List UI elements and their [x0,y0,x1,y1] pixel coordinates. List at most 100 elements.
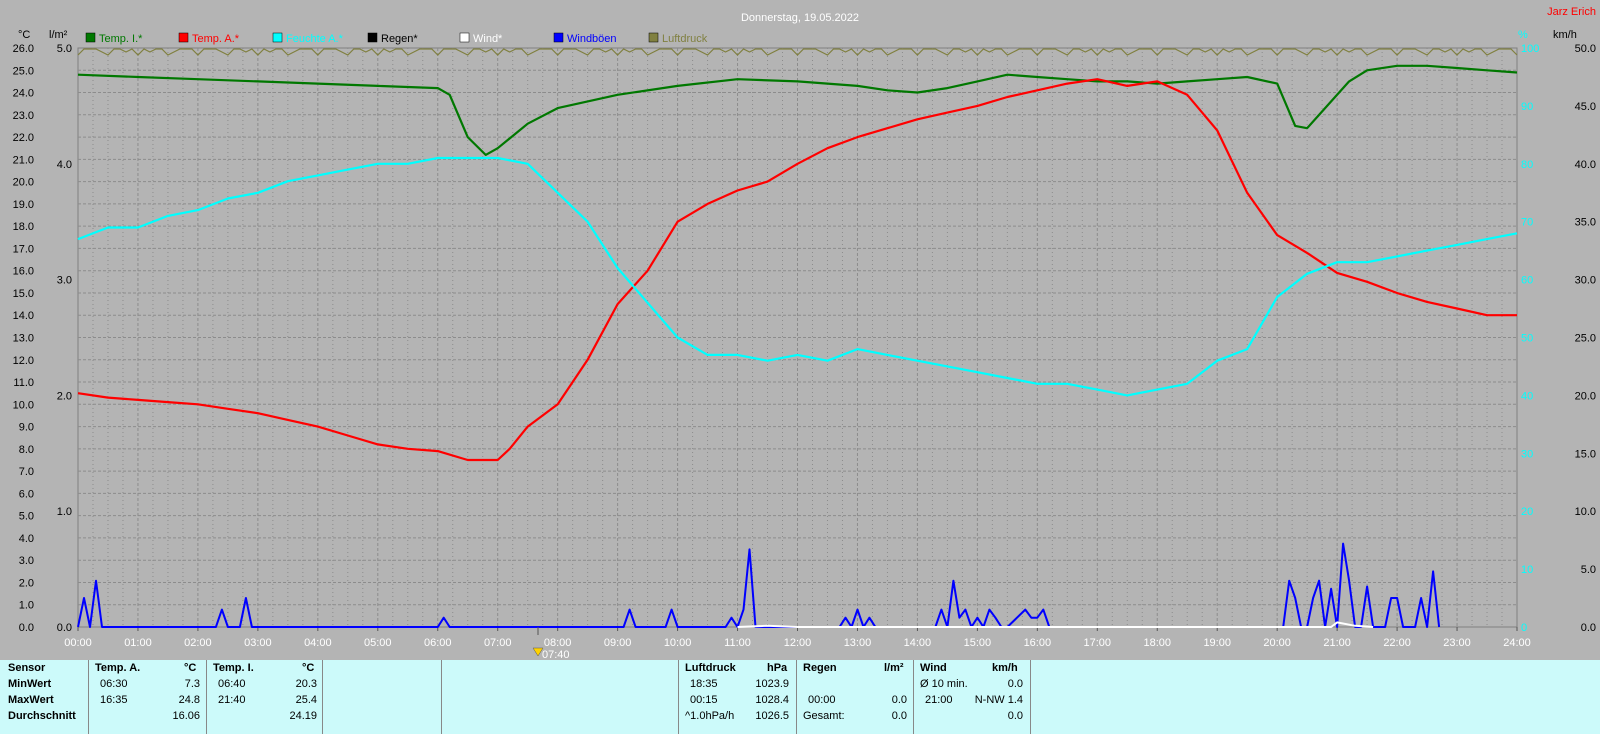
temp-unit-label: °C [18,29,30,41]
y-kmh-tick: 30.0 [1575,275,1596,287]
legend-swatch [367,32,378,43]
y-temp-tick: 11.0 [13,377,34,389]
legend-label: Windböen [567,33,617,45]
y-temp-tick: 24.0 [13,88,34,100]
marker-label: 07:40 [542,649,570,660]
rain-r1-time: 00:00 [808,694,836,706]
y-kmh-tick: 35.0 [1575,217,1596,229]
y-pct-tick: 60 [1521,275,1533,287]
x-tick-label: 00:00 [64,637,92,649]
x-tick-label: 23:00 [1443,637,1471,649]
rain-header: Regen [803,662,837,674]
x-tick-label: 16:00 [1024,637,1052,649]
y-temp-tick: 22.0 [13,132,34,144]
x-tick-label: 01:00 [124,637,152,649]
x-tick-label: 14:00 [904,637,932,649]
y-temp-tick: 19.0 [13,199,34,211]
temp-a-min: 7.3 [184,678,200,690]
y-temp-tick: 5.0 [19,511,34,523]
x-tick-label: 06:00 [424,637,452,649]
y-temp-tick: 1.0 [19,600,34,612]
x-tick-label: 03:00 [244,637,272,649]
legend-swatch [272,32,283,43]
y-temp-tick: 16.0 [13,266,34,278]
pressure-header: Luftdruck [685,662,736,674]
x-tick-label: 09:00 [604,637,632,649]
temp-a-min-time: 06:30 [100,678,128,690]
temp-i-min: 20.3 [295,678,317,690]
y-pct-tick: 70 [1521,217,1533,229]
y-rain-tick: 3.0 [57,275,72,287]
y-temp-tick: 18.0 [13,221,34,233]
y-temp-tick: 17.0 [13,243,34,255]
y-temp-tick: 26.0 [13,43,34,55]
temp-i-max: 25.4 [295,694,317,706]
legend-label: Wind* [473,33,503,45]
row-max-label: MaxWert [8,694,54,706]
x-tick-label: 15:00 [964,637,992,649]
y-temp-tick: 0.0 [19,622,34,634]
y-kmh-tick: 50.0 [1575,43,1596,55]
grid [77,47,1518,628]
legend-label: Luftdruck [662,33,708,45]
wind-r1-time: 21:00 [925,694,953,706]
x-tick-label: 22:00 [1383,637,1411,649]
y-kmh-tick: 45.0 [1575,101,1596,113]
y-rain-tick: 0.0 [57,622,72,634]
x-tick-label: 10:00 [664,637,692,649]
x-tick-label: 02:00 [184,637,212,649]
y-pct-tick: 10 [1521,564,1533,576]
wind-avg10-label: Ø 10 min. [920,678,968,690]
x-tick-label: 12:00 [784,637,812,649]
temp-i-avg: 24.19 [289,710,317,722]
y-pct-tick: 80 [1521,159,1533,171]
temp-i-header: Temp. I. [213,662,254,674]
sensor-header: Sensor [8,662,46,674]
author-label: Jarz Erich [1547,6,1596,18]
weather-chart: Donnerstag, 19.05.2022 Jarz Erich °C l/m… [0,0,1600,660]
y-kmh-tick: 5.0 [1581,564,1596,576]
legend-swatch [178,32,189,43]
rain-r1: 0.0 [891,694,907,706]
wind-avg10: 0.0 [1007,678,1023,690]
y-temp-tick: 2.0 [19,577,34,589]
x-tick-label: 24:00 [1503,637,1531,649]
rain-total-label: Gesamt: [803,710,845,722]
temp-a-header: Temp. A. [95,662,141,674]
rain-unit: l/m² [884,662,904,674]
temp-a-max: 24.8 [178,694,200,706]
y-temp-tick: 3.0 [19,555,34,567]
y-temp-tick: 7.0 [19,466,34,478]
y-temp-tick: 21.0 [13,154,34,166]
row-avg-label: Durchschnitt [8,710,76,722]
temp-i-unit: °C [302,662,315,674]
y-temp-tick: 10.0 [13,399,34,411]
row-min-label: MinWert [8,678,52,690]
y-temp-tick: 20.0 [13,177,34,189]
x-tick-label: 19:00 [1203,637,1231,649]
wind-unit: km/h [992,662,1018,674]
pct-unit-label: % [1518,29,1528,41]
legend-label: Temp. A.* [192,33,240,45]
pressure-min: 1023.9 [755,678,789,690]
y-pct-tick: 20 [1521,506,1533,518]
x-tick-label: 08:00 [544,637,572,649]
y-temp-tick: 9.0 [19,422,34,434]
legend-label: Feuchte A.* [286,33,344,45]
kmh-unit-label: km/h [1553,29,1577,41]
y-rain-tick: 1.0 [57,506,72,518]
pressure-max: 1028.4 [755,694,789,706]
y-rain-tick: 4.0 [57,159,72,171]
x-tick-label: 17:00 [1084,637,1112,649]
y-pct-tick: 30 [1521,448,1533,460]
y-temp-tick: 14.0 [13,310,34,322]
temp-i-min-time: 06:40 [218,678,246,690]
y-pct-tick: 50 [1521,333,1533,345]
y-pct-tick: 100 [1521,43,1539,55]
wind-r2: 0.0 [1007,710,1023,722]
legend-swatch [459,32,470,43]
y-temp-tick: 12.0 [13,355,34,367]
pressure-max-time: 00:15 [690,694,718,706]
wind-header: Wind [920,662,947,674]
y-temp-tick: 15.0 [13,288,34,300]
